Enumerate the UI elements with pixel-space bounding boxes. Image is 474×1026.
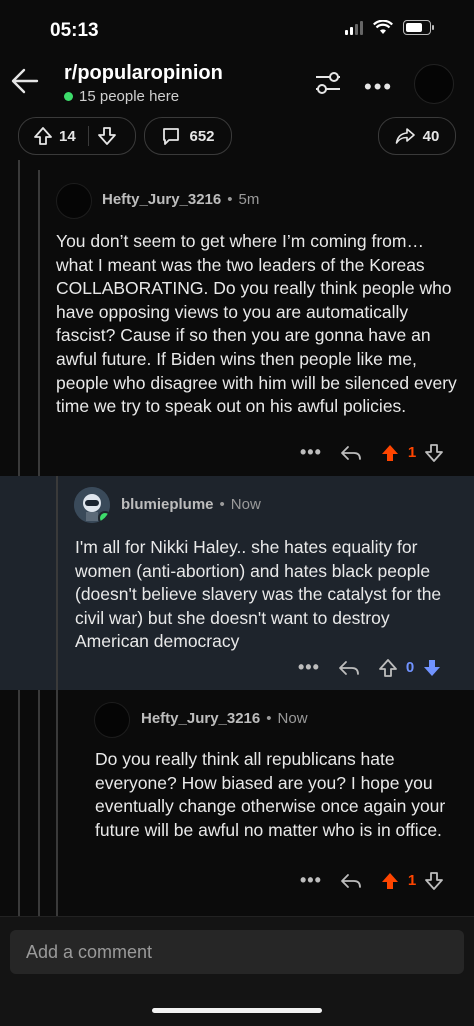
reply-icon[interactable] [338,659,360,677]
comments-button[interactable]: 652 [144,117,232,155]
battery-icon [403,20,434,35]
downvote-icon[interactable] [424,443,444,463]
comment-username[interactable]: Hefty_Jury_3216 [102,191,221,208]
share-count: 40 [422,127,440,145]
user-avatar[interactable] [414,64,454,104]
comment-avatar[interactable] [74,487,110,523]
comment-bubble-icon [163,128,180,145]
upvote-icon[interactable] [33,126,53,146]
status-icons [345,20,434,35]
upvote-icon[interactable] [378,658,398,678]
comment-header: Hefty_Jury_3216 • 5m [102,191,259,208]
vote-divider [87,126,89,146]
comment-header: Hefty_Jury_3216 • Now [141,710,308,727]
comment-actions: ••• 1 [300,870,444,891]
filter-icon[interactable] [314,70,342,96]
signal-icon [345,20,363,35]
status-time: 05:13 [50,20,99,41]
comments-count: 652 [189,127,215,145]
comment-username[interactable]: Hefty_Jury_3216 [141,710,260,727]
more-options-icon[interactable]: ••• [364,74,393,100]
meta-separator: • [227,191,233,208]
more-options-icon[interactable]: ••• [300,442,322,463]
upvote-icon[interactable] [380,871,400,891]
back-arrow-icon[interactable] [10,66,40,96]
downvote-icon[interactable] [422,658,442,678]
share-arrow-icon [395,128,415,144]
comment-body: I'm all for Nikki Haley.. she hates equa… [75,537,442,652]
comment-score: 0 [405,659,415,676]
comment-header: blumieplume • Now [121,496,261,513]
comment-body: Do you really think all republicans hate… [95,749,446,840]
comment-username[interactable]: blumieplume [121,496,214,513]
vote-bar: 14 [18,117,136,155]
add-comment-input[interactable]: Add a comment [10,930,464,974]
downvote-icon[interactable] [424,871,444,891]
comment-age: Now [277,710,308,727]
comment-score: 1 [407,872,417,889]
more-options-icon[interactable]: ••• [298,657,320,678]
comment-age: Now [230,496,261,513]
online-status-icon [98,511,110,523]
upvote-icon[interactable] [380,443,400,463]
online-count: 15 people here [64,88,179,105]
meta-separator: • [266,710,272,727]
subreddit-name[interactable]: r/popularopinion [64,62,223,85]
comment-body: You don’t seem to get where I’m coming f… [56,231,457,417]
comment-avatar[interactable] [56,183,92,219]
online-text: 15 people here [79,88,180,105]
meta-separator: • [219,496,225,513]
vote-count: 14 [59,127,76,145]
comment-actions: ••• 0 [298,657,442,678]
thread-line [56,476,58,916]
comment-avatar[interactable] [94,702,130,738]
online-dot-icon [64,92,73,101]
wifi-icon [373,20,393,34]
reply-icon[interactable] [340,872,362,890]
comment-actions: ••• 1 [300,442,444,463]
downvote-icon[interactable] [97,126,117,146]
comment-score: 1 [407,444,417,461]
more-options-icon[interactable]: ••• [300,870,322,891]
share-button[interactable]: 40 [378,117,456,155]
home-indicator [152,1008,322,1013]
reply-icon[interactable] [340,444,362,462]
comment-age: 5m [238,191,260,208]
